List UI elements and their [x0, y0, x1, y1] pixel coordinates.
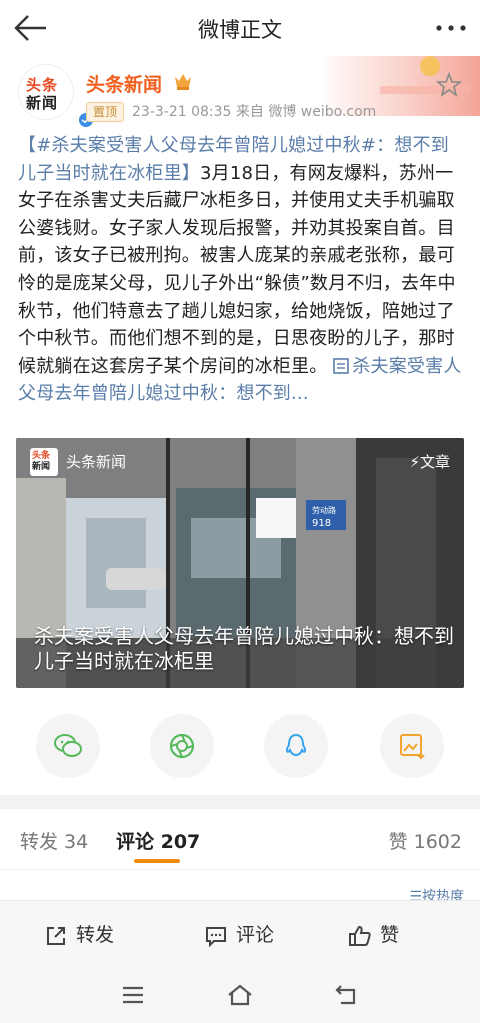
- comment-icon: [206, 927, 226, 948]
- avatar-text-line2: 新闻: [26, 94, 59, 112]
- tab-comment[interactable]: 评论 207: [116, 827, 200, 854]
- moments-icon: [169, 733, 195, 759]
- save-image-button[interactable]: [380, 714, 444, 778]
- share-wechat-button[interactable]: [36, 714, 100, 778]
- video-article-tag: ⚡文章: [409, 453, 450, 471]
- tab-repost[interactable]: 转发 34: [20, 827, 88, 854]
- wechat-icon: [54, 734, 82, 757]
- home-icon[interactable]: [225, 982, 255, 1008]
- repost-icon: [47, 927, 65, 945]
- svg-text:劳动路: 劳动路: [312, 505, 336, 515]
- favorite-star-icon[interactable]: [436, 72, 462, 98]
- article-link-icon: [333, 357, 350, 374]
- thumbs-up-icon: [349, 925, 371, 946]
- tab-like[interactable]: 赞 1602: [389, 827, 462, 854]
- save-image-icon: [400, 734, 425, 760]
- comment-label: 评论: [236, 924, 275, 946]
- section-divider: [0, 795, 480, 809]
- video-card[interactable]: 劳动路 918 头条 新闻 头条新闻 ⚡文章 杀夫案受害人父母去年曾陪儿媳过中秋…: [16, 438, 464, 688]
- video-caption: 杀夫案受害人父母去年曾陪儿媳过中秋：想不到儿子当时就在冰柜里: [34, 624, 454, 673]
- share-row: [0, 710, 480, 780]
- author-header: 头条 新闻 头条新闻 置顶 23-3-21 08:35 来自 微博 weibo.…: [0, 56, 480, 130]
- menu-icon[interactable]: [118, 982, 148, 1008]
- top-bar: 微博正文: [0, 0, 480, 56]
- like-label: 赞: [380, 924, 400, 946]
- interaction-tabs: 转发 34 评论 207 赞 1602: [0, 809, 480, 869]
- video-logo-line2: 新闻: [32, 462, 51, 472]
- active-tab-indicator: [134, 859, 180, 863]
- post-body: 【#杀夫案受害人父母去年曾陪儿媳过中秋#：想不到儿子当时就在冰柜里】3月18日，…: [18, 132, 464, 408]
- video-source-name: 头条新闻: [66, 453, 127, 471]
- share-moments-button[interactable]: [150, 714, 214, 778]
- comment-button[interactable]: 评论: [204, 921, 284, 949]
- bottom-action-bar: 转发 评论 赞: [0, 900, 480, 968]
- svg-text:918: 918: [312, 518, 331, 529]
- qq-icon: [285, 733, 307, 757]
- like-button[interactable]: 赞: [348, 921, 418, 949]
- video-source-logo: 头条 新闻: [30, 448, 58, 476]
- comment-sort-row: ☰按热度: [0, 869, 480, 905]
- avatar[interactable]: 头条 新闻: [18, 64, 95, 129]
- return-icon[interactable]: [332, 982, 362, 1008]
- system-nav-bar: [0, 968, 480, 1023]
- more-button[interactable]: [434, 18, 468, 38]
- pinned-badge: 置顶: [86, 102, 125, 122]
- vip-crown-icon: [175, 74, 191, 90]
- page-title: 微博正文: [198, 18, 282, 42]
- more-dots-icon: [436, 25, 466, 31]
- post-body-text: 3月18日，有网友爆料，苏州一女子在杀害丈夫后藏尸冰柜多日，并使用丈夫手机骗取公…: [18, 162, 456, 377]
- repost-label: 转发: [76, 924, 115, 946]
- repost-button[interactable]: 转发: [44, 921, 124, 949]
- share-qq-button[interactable]: [264, 714, 328, 778]
- video-logo-line1: 头条: [32, 451, 51, 461]
- author-name[interactable]: 头条新闻: [86, 70, 162, 97]
- post-meta: 23-3-21 08:35 来自 微博 weibo.com: [132, 104, 377, 120]
